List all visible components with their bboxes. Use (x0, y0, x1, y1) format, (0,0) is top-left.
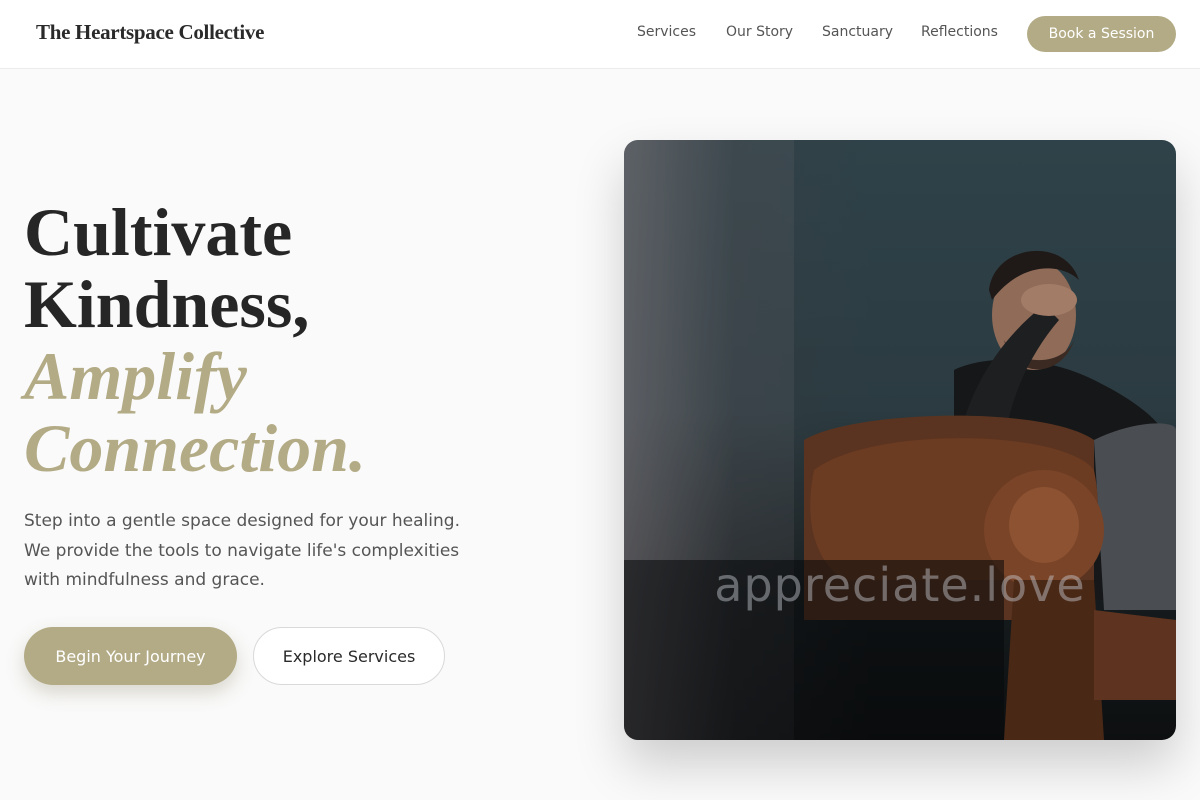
hero-photo-illustration (624, 140, 1176, 740)
hero-title: Cultivate Kindness, Amplify Connection. (24, 196, 544, 484)
nav-link-sanctuary[interactable]: Sanctuary (822, 24, 893, 40)
image-watermark: appreciate.love (714, 558, 1086, 612)
book-session-button[interactable]: Book a Session (1027, 16, 1176, 52)
nav-link-our-story[interactable]: Our Story (726, 24, 793, 40)
nav-link-services[interactable]: Services (637, 24, 696, 40)
hero-description: Step into a gentle space designed for yo… (24, 507, 474, 596)
hero-title-accent-line: Connection. (24, 410, 366, 486)
hero-title-accent-line: Amplify (24, 338, 247, 414)
hero-description-line: Step into a gentle space designed for yo… (24, 511, 460, 531)
hero-title-line: Kindness, (24, 266, 310, 342)
nav-link-reflections[interactable]: Reflections (921, 24, 998, 40)
brand-logo[interactable]: The Heartspace Collective (36, 20, 264, 45)
site-header: The Heartspace Collective Services Our S… (0, 0, 1200, 69)
hero-image: appreciate.love (624, 140, 1176, 740)
hero-description-line: with mindfulness and grace. (24, 570, 265, 590)
begin-journey-button[interactable]: Begin Your Journey (24, 627, 237, 685)
hero-title-line: Cultivate (24, 194, 293, 270)
hero-description-line: We provide the tools to navigate life's … (24, 540, 460, 561)
explore-services-button[interactable]: Explore Services (253, 627, 445, 685)
